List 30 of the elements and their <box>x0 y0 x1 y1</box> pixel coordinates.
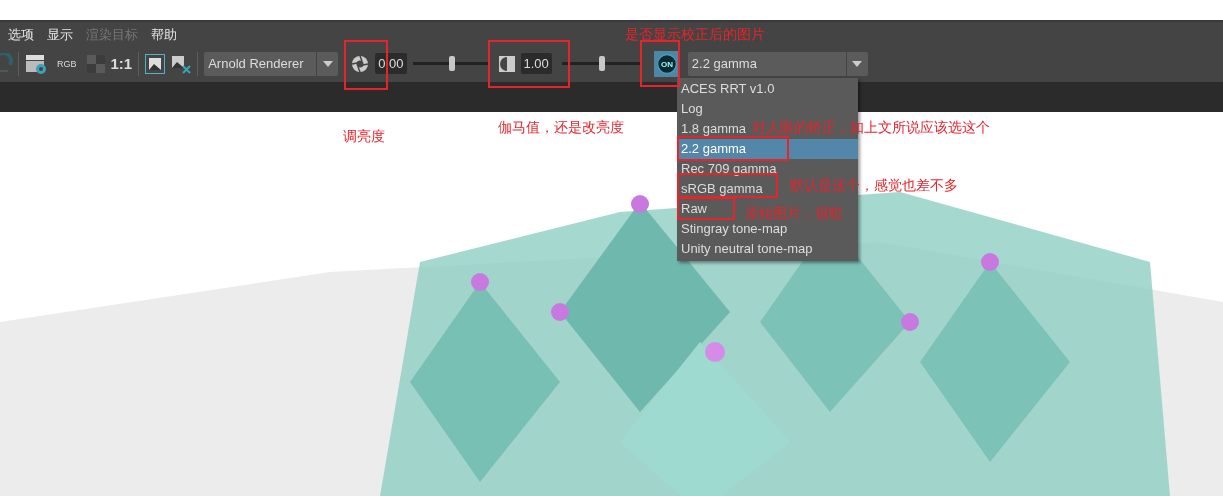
dropdown-option[interactable]: sRGB gamma <box>677 179 765 199</box>
checker-icon[interactable] <box>86 54 105 73</box>
caret-icon <box>322 60 333 67</box>
menu-item[interactable]: 显示 <box>47 25 73 44</box>
ratio-button[interactable]: 1:1 <box>110 55 133 72</box>
annotation-text: 是否显示校正后的图片 <box>625 26 765 44</box>
annotation-text: 伽马值，还是改亮度 <box>498 119 624 137</box>
menu-item[interactable]: 选项 <box>8 25 34 44</box>
dropdown-option[interactable]: Log <box>677 99 705 119</box>
annotation-text: 调亮度 <box>343 128 385 146</box>
dropdown-option[interactable]: Raw <box>677 199 709 219</box>
dropdown-option[interactable]: 1.8 gamma <box>677 119 749 139</box>
slider-thumb[interactable] <box>449 56 456 71</box>
annotation-text: 默认是这个，感觉也差不多 <box>790 177 958 195</box>
aperture-icon[interactable] <box>351 54 370 73</box>
image-remove-icon[interactable] <box>171 53 192 74</box>
slider-thumb[interactable] <box>598 56 605 71</box>
dropdown-option[interactable]: ACES RRT v1.0 <box>677 79 777 99</box>
dropdown-option[interactable]: Unity neutral tone-map <box>677 239 815 259</box>
renderer-dropdown[interactable]: Arnold Renderer <box>204 51 339 76</box>
image-icon[interactable] <box>145 53 166 74</box>
clapper-gear-icon[interactable] <box>25 52 47 75</box>
view-transform-toggle[interactable]: ON <box>653 50 680 77</box>
caret-icon <box>852 60 863 67</box>
menu-item[interactable]: 帮助 <box>151 25 177 44</box>
dropdown-option[interactable]: Rec 709 gamma <box>677 159 779 179</box>
dropdown-option[interactable]: 2.2 gamma <box>677 139 858 159</box>
gamma-field[interactable]: 1.00 <box>520 53 552 74</box>
rgb-channel-button[interactable]: RGB <box>57 58 77 69</box>
view-transform-dropdown[interactable]: 2.2 gamma <box>687 51 868 76</box>
